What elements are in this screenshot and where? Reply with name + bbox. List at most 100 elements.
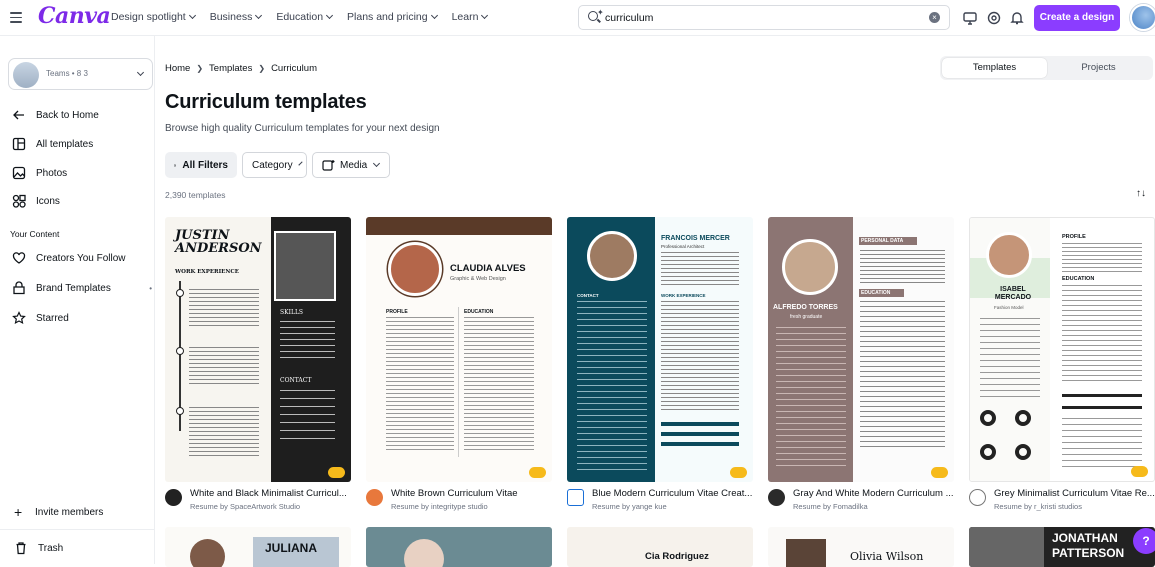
template-thumbnail[interactable]: ISABEL MERCADO Fashion Model PROFILE EDU… xyxy=(969,217,1155,482)
card-title[interactable]: White and Black Minimalist Curricul... xyxy=(190,488,355,499)
preview-education: EDUCATION xyxy=(1062,276,1095,282)
card-title[interactable]: Gray And White Modern Curriculum ... xyxy=(793,488,958,499)
page-subtitle: Browse high quality Curriculum templates… xyxy=(165,123,440,134)
team-label: Teams • 8 3 xyxy=(46,69,88,78)
template-card[interactable]: CLAUDIA ALVES Graphic & Web Design PROFI… xyxy=(366,217,552,511)
preview-subtitle: Graphic & Web Design xyxy=(450,276,506,282)
nav-business[interactable]: Business xyxy=(210,11,263,23)
team-avatar xyxy=(13,62,39,88)
desktop-app-icon[interactable] xyxy=(962,10,978,26)
preview-education: EDUCATION xyxy=(464,309,494,315)
template-card[interactable]: FRANCOIS MERCER Professional Architect C… xyxy=(567,217,753,511)
preview-name: FRANCOIS MERCER xyxy=(661,235,730,242)
creators-icon xyxy=(12,252,26,264)
template-card[interactable]: JUSTIN ANDERSON WORK EXPERIENCE SKILLS C… xyxy=(165,217,351,511)
card-creator[interactable]: Resume by Fomadilka xyxy=(793,502,868,511)
card-title[interactable]: Grey Minimalist Curriculum Vitae Re... xyxy=(994,488,1155,499)
category-dropdown[interactable]: Category xyxy=(242,152,307,178)
sidebar-item-photos[interactable]: Photos xyxy=(12,166,67,180)
template-card[interactable]: JONATHAN PATTERSON xyxy=(969,527,1155,567)
card-creator[interactable]: Resume by yange kue xyxy=(592,502,667,511)
template-card[interactable]: ISABEL MERCADO Fashion Model PROFILE EDU… xyxy=(969,217,1155,511)
gear-icon[interactable] xyxy=(986,10,1002,26)
preview-name: ISABEL MERCADO xyxy=(994,286,1032,301)
sidebar-item-all-templates[interactable]: All templates xyxy=(12,137,93,151)
chevron-down-icon xyxy=(430,11,438,20)
card-creator[interactable]: Resume by r_kristi studios xyxy=(994,502,1082,511)
menu-icon[interactable] xyxy=(10,9,22,23)
creator-avatar xyxy=(165,489,182,506)
sidebar-item-label: Brand Templates xyxy=(36,282,111,294)
preview-name: CLAUDIA ALVES xyxy=(450,263,526,274)
nav-plans-pricing[interactable]: Plans and pricing xyxy=(347,11,438,23)
help-button[interactable]: ? xyxy=(1133,528,1155,554)
bell-icon[interactable] xyxy=(1009,10,1025,26)
preview-contact: CONTACT xyxy=(577,293,599,298)
sidebar-item-starred[interactable]: Starred xyxy=(12,311,69,325)
tab-projects[interactable]: Projects xyxy=(1046,58,1151,78)
sidebar-item-label: Creators You Follow xyxy=(36,252,126,264)
premium-crown-icon xyxy=(931,467,948,478)
media-dropdown[interactable]: Media xyxy=(312,152,390,178)
team-selector[interactable]: Teams • 8 3 xyxy=(8,58,153,90)
nav-design-spotlight[interactable]: Design spotlight xyxy=(111,11,196,23)
breadcrumb-home[interactable]: Home xyxy=(165,63,190,74)
preview-education: EDUCATION xyxy=(861,290,891,296)
create-design-button[interactable]: Create a design xyxy=(1034,5,1120,31)
top-bar: Canva Design spotlight Business Educatio… xyxy=(0,0,1155,36)
template-card[interactable]: ALFREDO TORRES fresh graduate PERSONAL D… xyxy=(768,217,954,511)
canva-logo[interactable]: Canva xyxy=(38,3,111,29)
sidebar-item-label: Back to Home xyxy=(36,109,99,121)
tab-templates[interactable]: Templates xyxy=(942,58,1047,78)
user-avatar[interactable] xyxy=(1130,4,1155,31)
preview-name: Cia Rodriguez xyxy=(645,551,709,562)
sidebar-item-icons[interactable]: Icons xyxy=(12,194,60,208)
premium-crown-icon xyxy=(328,467,345,478)
sort-icon[interactable]: ↑↓ xyxy=(1136,188,1146,199)
sidebar-item-back-home[interactable]: Back to Home xyxy=(12,108,99,122)
creator-avatar xyxy=(768,489,785,506)
template-thumbnail[interactable]: ALFREDO TORRES fresh graduate PERSONAL D… xyxy=(768,217,954,482)
template-card[interactable]: Cia Rodriguez xyxy=(567,527,753,567)
preview-name: JUSTIN ANDERSON xyxy=(175,228,262,256)
template-card[interactable]: Olivia Wilson xyxy=(768,527,954,567)
template-thumbnail[interactable]: CLAUDIA ALVES Graphic & Web Design PROFI… xyxy=(366,217,552,482)
plus-icon: + xyxy=(14,504,23,520)
creator-avatar xyxy=(969,489,986,506)
template-thumbnail[interactable]: FRANCOIS MERCER Professional Architect C… xyxy=(567,217,753,482)
template-card[interactable] xyxy=(366,527,552,567)
template-card[interactable]: JULIANA xyxy=(165,527,351,567)
sidebar-item-creators[interactable]: Creators You Follow xyxy=(12,251,126,265)
template-grid: JUSTIN ANDERSON WORK EXPERIENCE SKILLS C… xyxy=(165,217,1155,517)
card-creator[interactable]: Resume by SpaceArtwork Studio xyxy=(190,502,300,511)
category-label: Category xyxy=(252,159,293,171)
creator-avatar xyxy=(567,489,584,506)
clear-search-icon[interactable]: × xyxy=(929,12,940,23)
sidebar-item-trash[interactable]: Trash xyxy=(14,541,63,555)
preview-name: JULIANA xyxy=(265,541,318,555)
filter-bar: All Filters Category Media xyxy=(165,152,390,178)
invite-label: Invite members xyxy=(35,506,104,518)
photos-icon xyxy=(12,166,26,180)
card-title[interactable]: White Brown Curriculum Vitae xyxy=(391,488,556,499)
sidebar: Teams • 8 3 Back to Home All templates P… xyxy=(0,36,155,564)
sidebar-item-brand-templates[interactable]: Brand Templates • xyxy=(12,281,152,295)
nav-education[interactable]: Education xyxy=(276,11,334,23)
main-content: Home ❯ Templates ❯ Curriculum Templates … xyxy=(165,36,1155,567)
media-label: Media xyxy=(340,159,368,171)
preview-personal: PERSONAL DATA xyxy=(861,238,904,244)
breadcrumb-templates[interactable]: Templates xyxy=(209,63,252,74)
all-filters-button[interactable]: All Filters xyxy=(165,152,237,178)
trash-icon xyxy=(16,542,26,555)
chevron-down-icon xyxy=(188,11,196,20)
search-input[interactable] xyxy=(605,10,905,25)
card-title[interactable]: Blue Modern Curriculum Vitae Creat... xyxy=(592,488,757,499)
card-creator[interactable]: Resume by integritype studio xyxy=(391,502,488,511)
shapes-icon xyxy=(12,194,26,208)
invite-members-button[interactable]: + Invite members xyxy=(14,505,103,519)
template-thumbnail[interactable]: JUSTIN ANDERSON WORK EXPERIENCE SKILLS C… xyxy=(165,217,351,482)
main-nav: Design spotlight Business Education Plan… xyxy=(111,11,502,23)
star-icon xyxy=(12,311,26,325)
nav-learn[interactable]: Learn xyxy=(452,11,489,23)
breadcrumb-current: Curriculum xyxy=(271,63,317,74)
